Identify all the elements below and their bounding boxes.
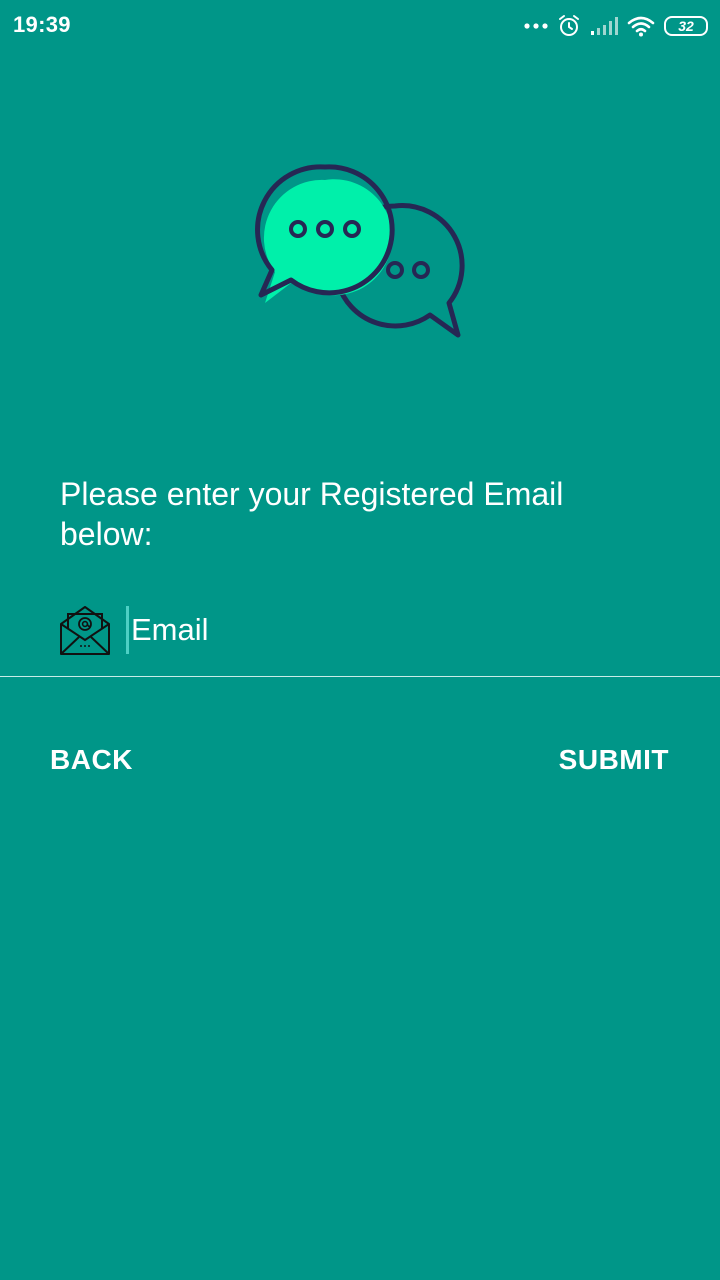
signal-icon	[590, 16, 618, 36]
back-button[interactable]: BACK	[50, 740, 133, 780]
status-time: 19:39	[13, 12, 71, 37]
email-envelope-icon	[59, 604, 111, 656]
more-dots-icon	[524, 22, 548, 30]
email-field[interactable]	[126, 606, 656, 654]
status-bar: 19:39 32	[0, 0, 720, 50]
instruction-text: Please enter your Registered Email below…	[60, 476, 564, 552]
email-field-underline	[0, 676, 720, 677]
battery-icon: 32	[664, 16, 708, 36]
status-icons: 32	[515, 12, 708, 40]
chat-bubbles-icon	[255, 160, 465, 340]
alarm-icon	[557, 14, 581, 38]
wifi-icon	[627, 15, 655, 37]
battery-level: 32	[678, 18, 694, 34]
submit-button[interactable]: SUBMIT	[559, 740, 669, 780]
